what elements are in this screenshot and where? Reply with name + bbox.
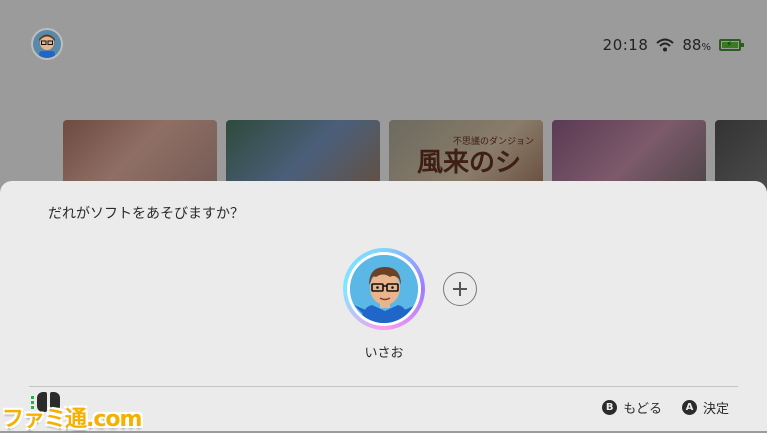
b-button-icon: B bbox=[602, 400, 618, 415]
battery-icon: ⚡ bbox=[719, 39, 744, 51]
add-user-button[interactable] bbox=[443, 272, 477, 306]
confirm-label: 決定 bbox=[702, 402, 729, 417]
battery-percent: 88% bbox=[682, 36, 711, 54]
confirm-button[interactable]: A 決定 bbox=[681, 398, 729, 417]
back-button[interactable]: B もどる bbox=[602, 398, 662, 417]
mii-avatar-icon bbox=[350, 255, 418, 323]
wifi-icon bbox=[656, 38, 675, 52]
clock: 20:18 bbox=[602, 36, 649, 54]
button-hints: B もどる A 決定 bbox=[602, 398, 729, 417]
dialog-prompt: だれがソフトをあそびますか？ bbox=[48, 206, 244, 222]
home-user-avatar[interactable] bbox=[31, 28, 63, 60]
mii-avatar-icon bbox=[39, 34, 55, 58]
famitsu-watermark: ファミ通.com bbox=[2, 407, 142, 432]
status-bar: 20:18 88% ⚡ bbox=[602, 36, 744, 54]
user-avatar bbox=[350, 255, 418, 323]
charging-bolt-icon: ⚡ bbox=[726, 40, 733, 50]
a-button-icon: A bbox=[681, 400, 697, 415]
user-option[interactable]: いさお bbox=[343, 248, 425, 361]
user-name: いさお bbox=[364, 346, 404, 361]
home-header: 20:18 88% ⚡ bbox=[0, 0, 767, 90]
plus-icon bbox=[453, 282, 467, 296]
footer-divider bbox=[29, 386, 738, 387]
back-label: もどる bbox=[623, 402, 662, 417]
user-select-sheet: だれがソフトをあそびますか？ いさお B もどる A 決定 bbox=[0, 181, 767, 431]
user-avatar-selected[interactable] bbox=[343, 248, 425, 330]
